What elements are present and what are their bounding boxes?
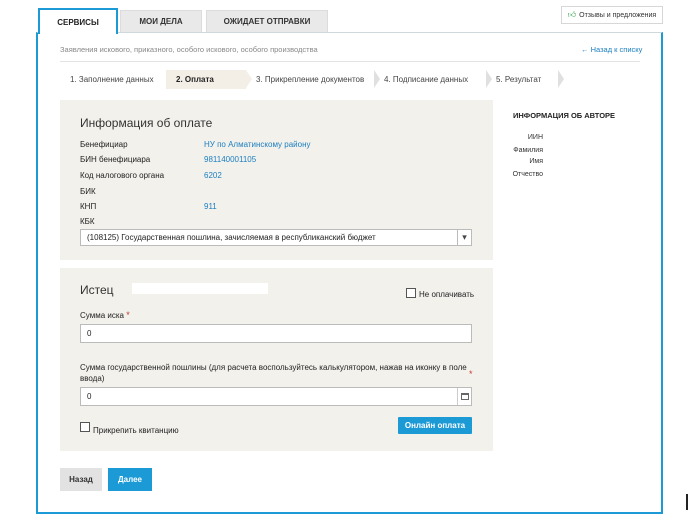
payment-info-title: Информация об оплате [80, 116, 213, 130]
attach-receipt-label: Прикрепить квитанцию [93, 426, 179, 435]
thumbs-up-icon: 👍︎ [567, 10, 577, 19]
next-button[interactable]: Далее [108, 468, 152, 491]
plaintiff-name-field [132, 283, 268, 294]
beneficiary-value: НУ по Алматинскому району [204, 140, 311, 149]
name-label: Имя [529, 158, 543, 165]
step-label: 5. Результат [496, 75, 542, 84]
claim-sum-input[interactable]: 0 [80, 324, 472, 343]
claim-sum-text: Сумма иска [80, 311, 124, 320]
online-payment-button[interactable]: Онлайн оплата [398, 417, 472, 434]
step-label: 3. Прикрепление документов [256, 75, 365, 84]
feedback-button[interactable]: 👍︎ Отзывы и предложения [561, 6, 663, 24]
kbk-select[interactable]: (108125) Государственная пошлина, зачисл… [80, 229, 472, 246]
bik-label: БИК [80, 187, 96, 196]
author-info-title: ИНФОРМАЦИЯ ОБ АВТОРЕ [513, 111, 616, 120]
plaintiff-title: Истец [80, 283, 114, 297]
kbk-label: КБК [80, 217, 95, 226]
no-pay-label: Не оплачивать [419, 290, 475, 299]
tax-code-value: 6202 [204, 171, 222, 180]
step-payment[interactable]: 2. Оплата [166, 70, 252, 89]
knp-value: 911 [204, 202, 217, 211]
claim-sum-value: 0 [87, 329, 92, 338]
patronymic-label: Отчество [512, 171, 543, 178]
tab-awaiting-sending[interactable]: ОЖИДАЕТ ОТПРАВКИ [206, 10, 328, 32]
step-label: 4. Подписание данных [384, 75, 469, 84]
back-to-list-link[interactable]: ← Назад к списку [581, 45, 642, 54]
fee-label: Сумма государственной пошлины (для расче… [80, 363, 467, 383]
step-label: 1. Заполнение данных [70, 75, 154, 84]
breadcrumb: Заявления искового, приказного, особого … [60, 45, 318, 54]
step-label: 2. Оплата [176, 75, 214, 84]
back-button[interactable]: Назад [60, 468, 102, 491]
top-tab-bar: СЕРВИСЫ МОИ ДЕЛА ОЖИДАЕТ ОТПРАВКИ 👍︎ Отз… [0, 0, 690, 34]
claim-sum-label: Сумма иска * [80, 310, 130, 320]
fee-value: 0 [87, 392, 92, 401]
edge-mark [686, 494, 688, 510]
surname-label: Фамилия [513, 147, 543, 154]
fee-input[interactable]: 0 [80, 387, 472, 406]
tax-code-label: Код налогового органа [80, 171, 165, 180]
step-fill-data[interactable]: 1. Заполнение данных [60, 70, 172, 89]
knp-label: КНП [80, 202, 97, 211]
feedback-label: Отзывы и предложения [579, 11, 657, 19]
step-attach-documents[interactable]: 3. Прикрепление документов [246, 70, 380, 89]
beneficiary-label: Бенефициар [80, 140, 128, 149]
chevron-down-icon[interactable]: ▾ [457, 230, 471, 245]
step-result[interactable]: 5. Результат [486, 70, 564, 89]
iin-label: ИИН [527, 134, 543, 141]
tab-services[interactable]: СЕРВИСЫ [38, 8, 118, 34]
tab-my-cases[interactable]: МОИ ДЕЛА [120, 10, 202, 32]
divider [60, 61, 640, 62]
calculator-icon-button[interactable] [457, 388, 471, 405]
required-marker: * [469, 369, 473, 379]
bin-label: БИН бенефициара [80, 155, 151, 164]
bin-value: 981140001105 [204, 155, 257, 164]
wizard-steps: 1. Заполнение данных 2. Оплата 3. Прикре… [60, 70, 564, 89]
required-marker: * [126, 310, 130, 320]
no-pay-checkbox[interactable] [406, 288, 416, 298]
step-sign-data[interactable]: 4. Подписание данных [374, 70, 492, 89]
attach-receipt-checkbox[interactable] [80, 422, 90, 432]
kbk-selected-value: (108125) Государственная пошлина, зачисл… [87, 233, 376, 242]
calculator-icon [460, 393, 469, 400]
